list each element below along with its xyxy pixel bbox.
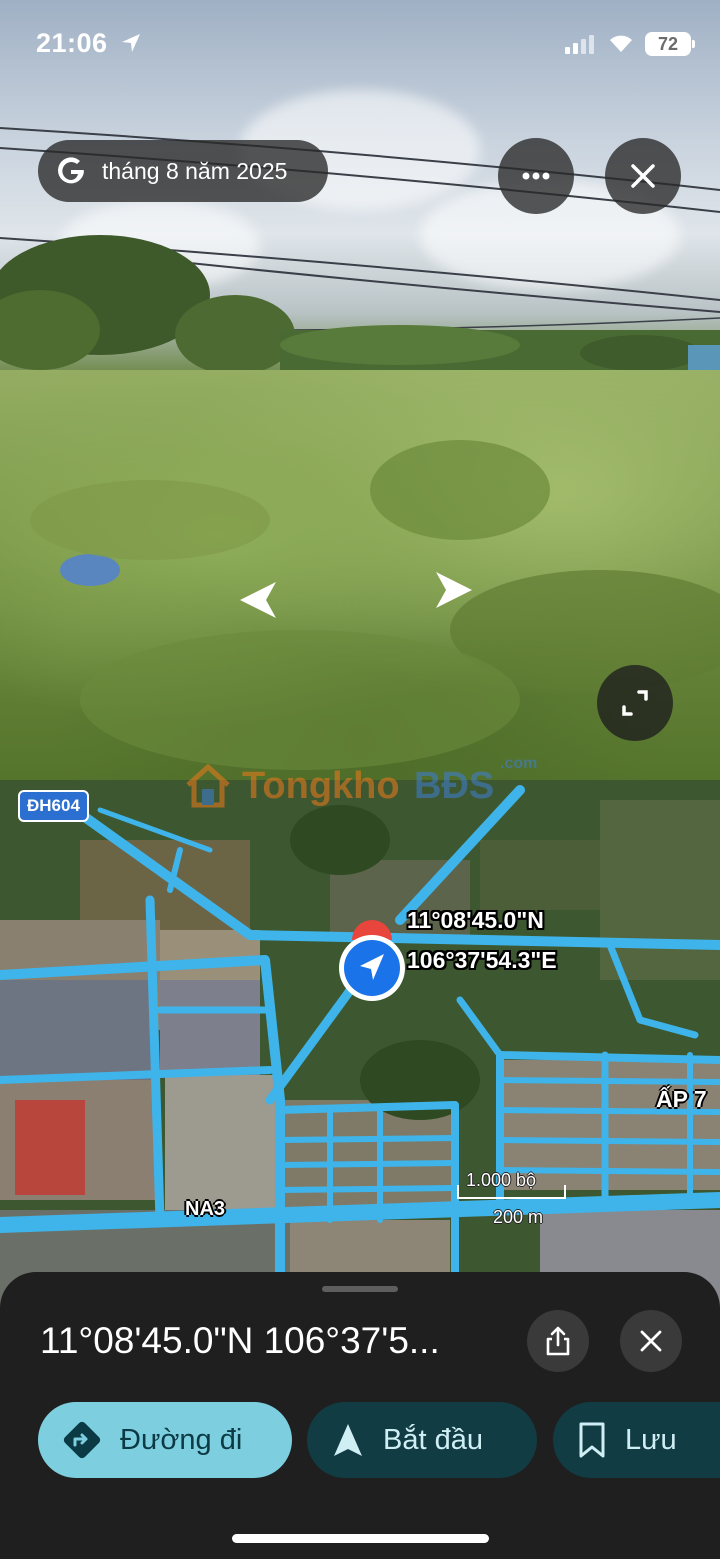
area-label: ẤP 7 bbox=[656, 1086, 707, 1112]
tree-line bbox=[0, 235, 720, 375]
map-coord-lng: 106°37'54.3"E bbox=[407, 947, 557, 973]
google-logo-icon bbox=[58, 157, 84, 184]
battery-indicator: 72 bbox=[645, 32, 691, 56]
nav-left-arrow-icon[interactable] bbox=[232, 578, 280, 622]
close-sheet-button[interactable] bbox=[620, 1310, 682, 1372]
close-icon bbox=[640, 1330, 662, 1352]
home-indicator[interactable] bbox=[232, 1534, 489, 1543]
battery-tip bbox=[692, 40, 695, 48]
save-button[interactable]: Lưu bbox=[553, 1402, 720, 1478]
directions-button[interactable]: Đường đi bbox=[38, 1402, 292, 1478]
watermark-text-1: Tongkho bbox=[242, 765, 400, 807]
more-dots-icon bbox=[522, 172, 550, 180]
capture-date-text: tháng 8 năm 2025 bbox=[102, 157, 288, 184]
cellular-signal-icon bbox=[565, 35, 594, 54]
share-icon bbox=[546, 1326, 570, 1356]
watermark: Tongkho BĐS .com bbox=[182, 755, 542, 815]
sheet-drag-handle[interactable] bbox=[322, 1286, 398, 1292]
share-button[interactable] bbox=[527, 1310, 589, 1372]
fullscreen-button[interactable] bbox=[597, 665, 673, 741]
watermark-text-2: BĐS bbox=[414, 765, 495, 807]
blue-object bbox=[60, 554, 120, 586]
bookmark-icon bbox=[579, 1422, 605, 1458]
scale-imperial: 1.000 bộ bbox=[466, 1170, 537, 1190]
navigation-arrow-icon bbox=[334, 1424, 362, 1456]
close-icon bbox=[631, 164, 655, 188]
more-options-button[interactable] bbox=[498, 138, 574, 214]
save-label: Lưu bbox=[625, 1423, 677, 1456]
satellite-map[interactable]: ĐH604 11°08'45.0"N 106°37'54.3"E ẤP 7 NA… bbox=[0, 780, 720, 1340]
status-bar: 21:06 72 bbox=[0, 0, 720, 90]
place-title: 11°08'45.0"N 106°37'5... bbox=[40, 1320, 440, 1361]
map-canvas bbox=[0, 780, 720, 1340]
directions-label: Đường đi bbox=[120, 1423, 243, 1456]
location-arrow-icon bbox=[122, 34, 140, 52]
scale-metric: 200 m bbox=[493, 1207, 544, 1227]
watermark-house-icon bbox=[186, 763, 230, 808]
watermark-suffix: .com bbox=[500, 755, 538, 772]
map-coord-lat: 11°08'45.0"N bbox=[407, 907, 544, 933]
expand-icon bbox=[622, 690, 648, 716]
start-navigation-button[interactable]: Bắt đầu bbox=[307, 1402, 537, 1478]
battery-level: 72 bbox=[657, 34, 679, 54]
start-label: Bắt đầu bbox=[383, 1423, 483, 1456]
wifi-icon bbox=[610, 35, 632, 52]
street-view-panorama[interactable] bbox=[0, 0, 720, 780]
nav-right-arrow-icon[interactable] bbox=[432, 568, 480, 612]
capture-date-pill[interactable]: tháng 8 năm 2025 bbox=[38, 140, 328, 202]
directions-icon bbox=[63, 1421, 101, 1459]
status-time: 21:06 bbox=[36, 28, 108, 58]
road-label-na3: NA3 bbox=[185, 1198, 226, 1220]
highway-badge: ĐH604 bbox=[18, 790, 89, 822]
close-streetview-button[interactable] bbox=[605, 138, 681, 214]
place-bottom-sheet[interactable]: 11°08'45.0"N 106°37'5... Đường đi Bắt đầ… bbox=[0, 1272, 720, 1559]
